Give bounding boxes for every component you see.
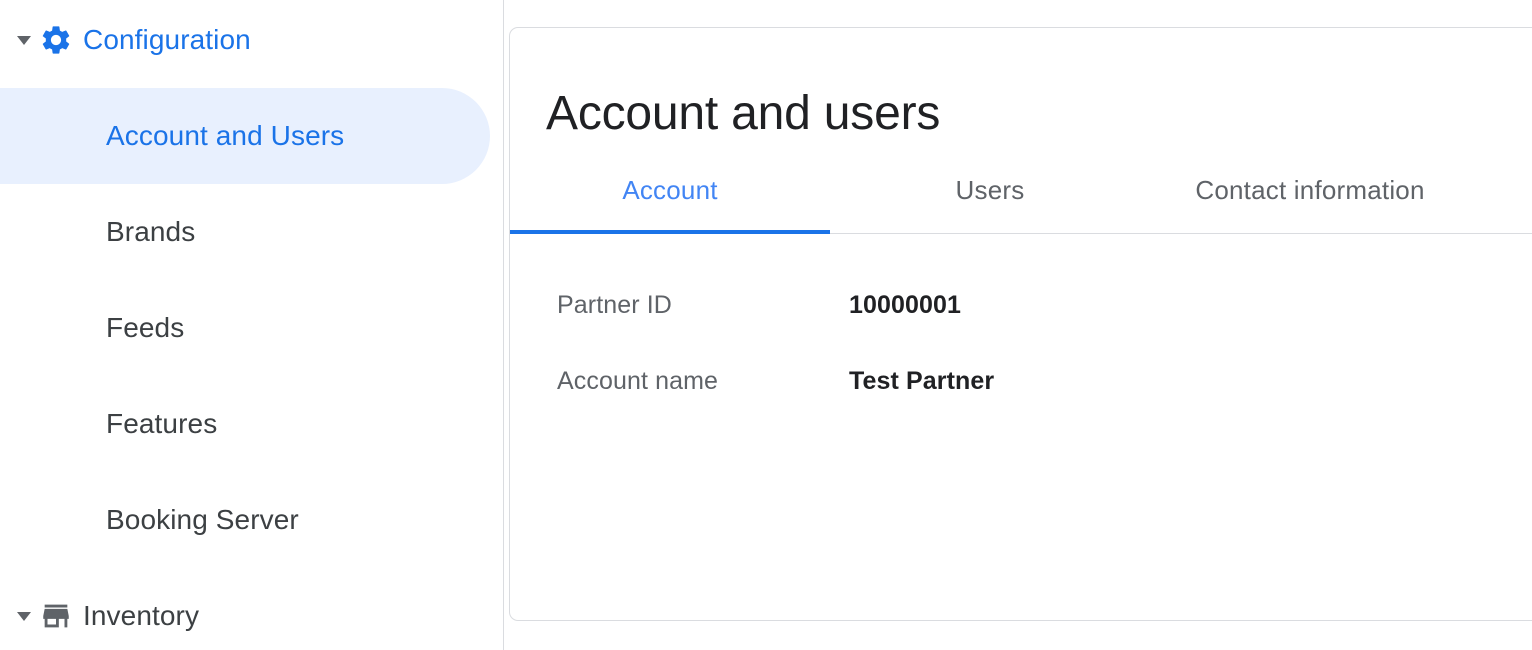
detail-value: Test Partner xyxy=(849,366,994,396)
sidebar-item-booking-server[interactable]: Booking Server xyxy=(0,472,490,568)
sidebar-item-label: Booking Server xyxy=(106,503,299,537)
sidebar-item-account-and-users[interactable]: Account and Users xyxy=(0,88,490,184)
app-root: Configuration Account and Users Brands F… xyxy=(0,0,1532,650)
detail-label: Partner ID xyxy=(510,290,849,320)
sidebar-group-label: Inventory xyxy=(83,599,199,633)
tab-account[interactable]: Account xyxy=(510,156,830,231)
tab-users[interactable]: Users xyxy=(830,156,1150,231)
active-tab-indicator xyxy=(510,230,830,234)
page-title: Account and users xyxy=(546,85,940,143)
sidebar-navigation: Configuration Account and Users Brands F… xyxy=(0,0,504,650)
chevron-down-icon[interactable] xyxy=(12,612,36,621)
detail-value: 10000001 xyxy=(849,290,961,320)
sidebar-item-label: Account and Users xyxy=(106,119,344,153)
tab-list: Account Users Contact information xyxy=(510,156,1532,231)
sidebar-item-brands[interactable]: Brands xyxy=(0,184,490,280)
main-content: Account and users Account Users Contact … xyxy=(505,0,1532,650)
tab-bar: Account Users Contact information xyxy=(510,156,1532,234)
detail-row-account-name: Account name Test Partner xyxy=(510,366,1532,442)
settings-gear-icon xyxy=(38,23,74,57)
tab-contact-information[interactable]: Contact information xyxy=(1150,156,1470,231)
detail-row-partner-id: Partner ID 10000001 xyxy=(510,290,1532,366)
sidebar-item-label: Brands xyxy=(106,215,195,249)
account-details-list: Partner ID 10000001 Account name Test Pa… xyxy=(510,290,1532,442)
sidebar-item-feeds[interactable]: Feeds xyxy=(0,280,490,376)
detail-label: Account name xyxy=(510,366,849,396)
storefront-icon xyxy=(38,599,74,633)
account-and-users-card: Account and users Account Users Contact … xyxy=(509,27,1532,621)
sidebar-group-configuration[interactable]: Configuration xyxy=(0,18,490,62)
sidebar-item-label: Feeds xyxy=(106,311,184,345)
tab-label: Account xyxy=(622,175,717,206)
sidebar-item-features[interactable]: Features xyxy=(0,376,490,472)
sidebar-item-label: Features xyxy=(106,407,217,441)
sidebar-group-label: Configuration xyxy=(83,23,251,57)
tab-label: Contact information xyxy=(1195,175,1424,206)
chevron-down-icon[interactable] xyxy=(12,36,36,45)
sidebar-group-inventory[interactable]: Inventory xyxy=(0,594,490,638)
tab-label: Users xyxy=(956,175,1025,206)
